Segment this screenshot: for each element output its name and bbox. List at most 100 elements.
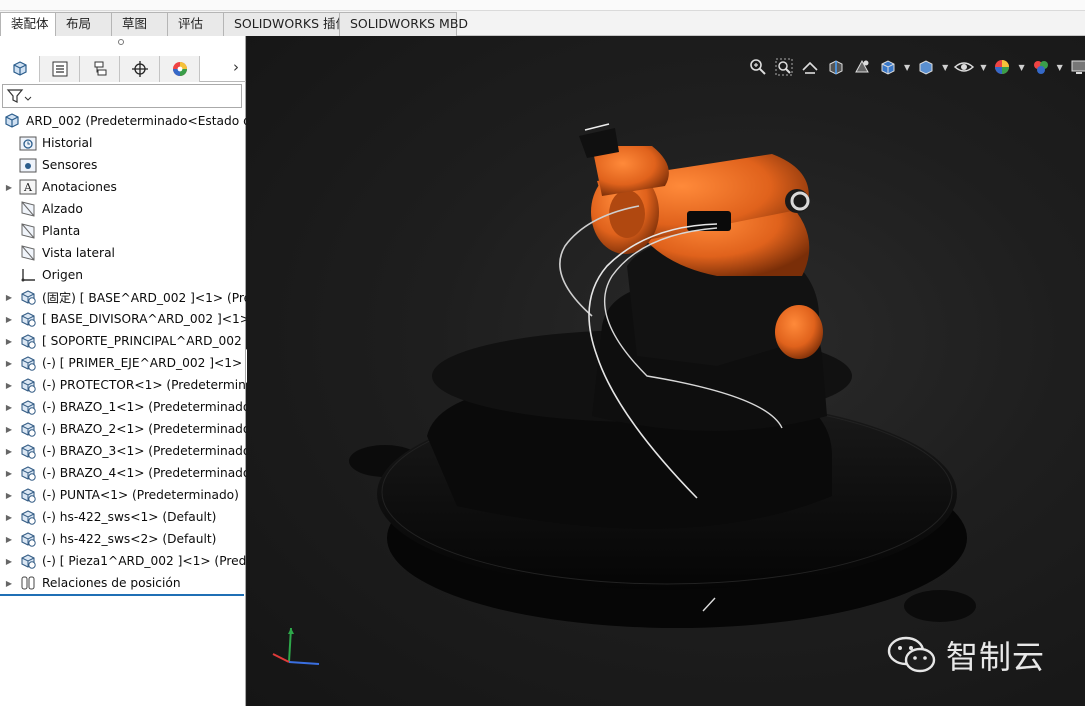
tree-item[interactable]: ▶ [ BASE_DIVISORA^ARD_002 ]<1> bbox=[0, 308, 246, 330]
tree-item-label: Historial bbox=[42, 136, 93, 150]
expand-arrow-icon[interactable]: ▶ bbox=[0, 579, 18, 588]
part-icon bbox=[18, 486, 38, 504]
tab-assembly[interactable]: 装配体 bbox=[0, 12, 56, 36]
expand-arrow-icon[interactable]: ▶ bbox=[0, 183, 18, 192]
tree-item-label: Alzado bbox=[42, 202, 83, 216]
tree-item-label: (-) hs-422_sws<2> (Default) bbox=[42, 532, 217, 546]
tree-root-assembly[interactable]: ARD_002 (Predeterminado<Estado d bbox=[0, 110, 246, 132]
expand-arrow-icon[interactable]: ▶ bbox=[0, 315, 18, 324]
tree-item-label: [ SOPORTE_PRINCIPAL^ARD_002 ] bbox=[42, 334, 246, 348]
expand-arrow-icon[interactable]: ▶ bbox=[0, 491, 18, 500]
plane-icon bbox=[18, 222, 38, 240]
tree-item-label: Vista lateral bbox=[42, 246, 115, 260]
history-folder-icon bbox=[18, 134, 38, 152]
annotations-icon: A bbox=[18, 178, 38, 196]
part-icon bbox=[18, 398, 38, 416]
chevron-right-icon[interactable]: › bbox=[233, 58, 239, 76]
expand-arrow-icon[interactable]: ▶ bbox=[0, 293, 18, 302]
expand-arrow-icon[interactable]: ▶ bbox=[0, 469, 18, 478]
appearance-sphere-icon bbox=[172, 62, 187, 76]
watermark: 智制云 bbox=[886, 632, 1045, 678]
tree-item-label: Relaciones de posición bbox=[42, 576, 181, 590]
feature-manager-panel: › ARD_002 (Predeterminado<Estado d Histo… bbox=[0, 36, 246, 706]
tree-item[interactable]: ▶ A Anotaciones bbox=[0, 176, 246, 198]
configurationmanager-tab[interactable] bbox=[80, 56, 120, 82]
featuremanager-icon bbox=[12, 61, 27, 76]
robot-arm-model[interactable] bbox=[247, 36, 1085, 706]
expand-arrow-icon[interactable]: ▶ bbox=[0, 359, 18, 368]
part-icon bbox=[18, 310, 38, 328]
tree-item-label: (-) hs-422_sws<1> (Default) bbox=[42, 510, 217, 524]
tree-item[interactable]: ▶ (-) hs-422_sws<1> (Default) bbox=[0, 506, 246, 528]
panel-collapse-handle[interactable] bbox=[118, 39, 124, 45]
tree-item[interactable]: ▶ (-) BRAZO_1<1> (Predeterminado bbox=[0, 396, 246, 418]
tree-item[interactable]: Historial bbox=[0, 132, 246, 154]
svg-text:A: A bbox=[23, 181, 33, 194]
tree-item[interactable]: ▶ (-) hs-422_sws<2> (Default) bbox=[0, 528, 246, 550]
part-icon bbox=[18, 552, 38, 570]
origin-icon bbox=[18, 266, 38, 284]
tree-root-label: ARD_002 (Predeterminado<Estado d bbox=[26, 114, 246, 128]
tab-solidworks-addins[interactable]: SOLIDWORKS 插件 bbox=[223, 12, 348, 36]
tab-sketch[interactable]: 草图 bbox=[111, 12, 168, 36]
expand-arrow-icon[interactable]: ▶ bbox=[0, 447, 18, 456]
featuremanager-tab[interactable] bbox=[0, 56, 40, 82]
tree-item[interactable]: ▶ (-) [ Pieza1^ARD_002 ]<1> (Prede bbox=[0, 550, 246, 572]
tree-item[interactable]: ▶ [ SOPORTE_PRINCIPAL^ARD_002 ] bbox=[0, 330, 246, 352]
tree-item[interactable]: Sensores bbox=[0, 154, 246, 176]
tree-item[interactable]: ▶ (-) PROTECTOR<1> (Predetermina bbox=[0, 374, 246, 396]
display-manager-tab[interactable] bbox=[160, 56, 200, 82]
expand-arrow-icon[interactable]: ▶ bbox=[0, 425, 18, 434]
part-icon bbox=[18, 354, 38, 372]
mates-icon bbox=[18, 574, 38, 592]
part-icon bbox=[18, 508, 38, 526]
dimxpert-tab[interactable] bbox=[120, 56, 160, 82]
tab-layout[interactable]: 布局 bbox=[55, 12, 112, 36]
tree-item-label: (-) BRAZO_4<1> (Predeterminado bbox=[42, 466, 246, 480]
tab-evaluate[interactable]: 评估 bbox=[167, 12, 224, 36]
tree-item[interactable]: ▶ (-) BRAZO_3<1> (Predeterminado bbox=[0, 440, 246, 462]
solidworks-window: 装配体 布局 草图 评估 SOLIDWORKS 插件 SOLIDWORKS MB… bbox=[0, 0, 1085, 706]
tree-item[interactable]: ▶ (-) PUNTA<1> (Predeterminado) bbox=[0, 484, 246, 506]
expand-arrow-icon[interactable]: ▶ bbox=[0, 403, 18, 412]
tree-item[interactable]: Planta bbox=[0, 220, 246, 242]
part-icon bbox=[18, 530, 38, 548]
tree-item[interactable]: ▶ (-) BRAZO_2<1> (Predeterminado bbox=[0, 418, 246, 440]
crosshair-icon bbox=[131, 61, 148, 77]
part-icon bbox=[18, 288, 38, 306]
tree-item-label: (-) [ Pieza1^ARD_002 ]<1> (Prede bbox=[42, 554, 246, 568]
part-icon bbox=[18, 332, 38, 350]
expand-arrow-icon[interactable]: ▶ bbox=[0, 337, 18, 346]
expand-arrow-icon[interactable]: ▶ bbox=[0, 557, 18, 566]
feature-tree-filter[interactable] bbox=[2, 84, 242, 108]
tree-item-label: Sensores bbox=[42, 158, 98, 172]
tab-solidworks-mbd[interactable]: SOLIDWORKS MBD bbox=[339, 12, 468, 36]
tree-item-label: (-) PROTECTOR<1> (Predetermina bbox=[42, 378, 246, 392]
tree-item[interactable]: ▶ Relaciones de posición bbox=[0, 572, 246, 594]
wechat-icon bbox=[887, 636, 936, 673]
tree-item-label: [ BASE_DIVISORA^ARD_002 ]<1> bbox=[42, 312, 246, 326]
graphics-area[interactable]: ▼ ▼ ▼ ▼ ▼ ▼ bbox=[247, 36, 1085, 706]
tree-item[interactable]: ▶ (-) BRAZO_4<1> (Predeterminado bbox=[0, 462, 246, 484]
tree-item[interactable]: Origen bbox=[0, 264, 246, 286]
tree-item-label: (-) BRAZO_1<1> (Predeterminado bbox=[42, 400, 246, 414]
tree-item[interactable]: ▶ (固定) [ BASE^ARD_002 ]<1> (Pre bbox=[0, 286, 246, 308]
toolbar-ribbon-edge bbox=[0, 0, 1085, 11]
propertymanager-tab[interactable] bbox=[40, 56, 80, 82]
feature-tree: ARD_002 (Predeterminado<Estado d Histori… bbox=[0, 110, 246, 598]
tree-item[interactable]: ▶ (-) [ PRIMER_EJE^ARD_002 ]<1> ( bbox=[0, 352, 246, 374]
configuration-icon bbox=[94, 61, 106, 76]
expand-arrow-icon[interactable]: ▶ bbox=[0, 513, 18, 522]
sensor-folder-icon bbox=[18, 156, 38, 174]
tree-item[interactable]: Alzado bbox=[0, 198, 246, 220]
tree-item[interactable]: Vista lateral bbox=[0, 242, 246, 264]
property-list-icon bbox=[52, 61, 67, 77]
expand-arrow-icon[interactable]: ▶ bbox=[0, 381, 18, 390]
filter-icon bbox=[6, 89, 32, 103]
command-manager: 装配体 布局 草图 评估 SOLIDWORKS 插件 SOLIDWORKS MB… bbox=[0, 0, 1085, 36]
tree-item-label: (-) PUNTA<1> (Predeterminado) bbox=[42, 488, 239, 502]
tree-item-label: (固定) [ BASE^ARD_002 ]<1> (Pre bbox=[42, 291, 246, 305]
part-icon bbox=[18, 420, 38, 438]
pedestal bbox=[427, 236, 852, 529]
expand-arrow-icon[interactable]: ▶ bbox=[0, 535, 18, 544]
